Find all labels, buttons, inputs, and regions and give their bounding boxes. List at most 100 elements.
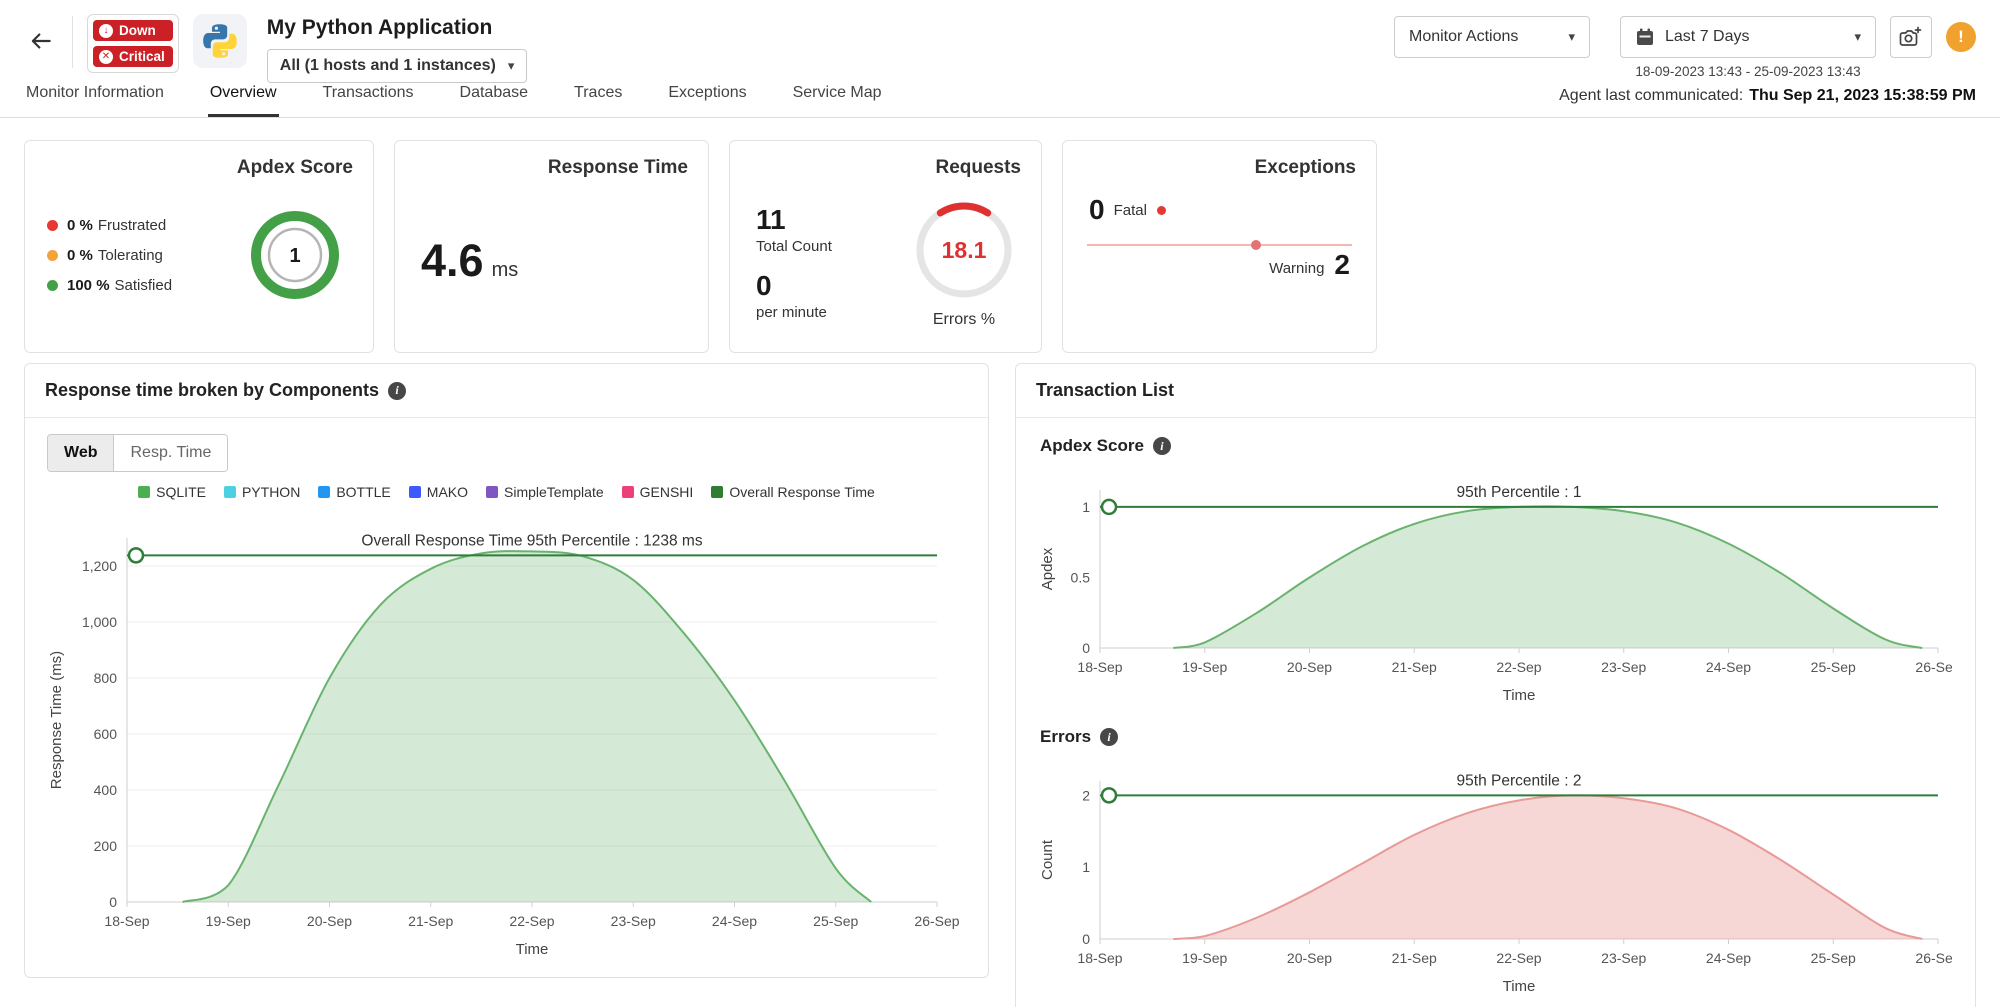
time-range-picker[interactable]: Last 7 Days ▾ (1620, 16, 1876, 58)
svg-text:19-Sep: 19-Sep (1182, 950, 1227, 966)
legend-swatch (138, 486, 150, 498)
warning-row: Warning 2 (1063, 250, 1376, 281)
status-box: ↓ Down ✕ Critical (87, 14, 179, 73)
back-arrow-icon (28, 28, 54, 54)
errors-pct-label: Errors % (933, 311, 995, 329)
transaction-panel-header: Transaction List (1016, 364, 1975, 418)
total-count-label: Total Count (756, 238, 832, 255)
per-minute-value: 0 (756, 271, 832, 302)
page-title: My Python Application (267, 16, 528, 40)
frustrated-value: 0 % (67, 217, 93, 234)
hosts-dropdown[interactable]: All (1 hosts and 1 instances) ▾ (267, 49, 528, 83)
svg-text:25-Sep: 25-Sep (1811, 950, 1856, 966)
tab-database[interactable]: Database (458, 84, 531, 117)
toggle-resp-time[interactable]: Resp. Time (113, 435, 227, 471)
calendar-icon (1635, 27, 1655, 47)
legend-swatch (486, 486, 498, 498)
svg-text:19-Sep: 19-Sep (206, 913, 251, 929)
toggle-web[interactable]: Web (48, 435, 113, 471)
legend-item: BOTTLE (318, 484, 390, 500)
svg-text:200: 200 (94, 838, 118, 854)
legend-item: SimpleTemplate (486, 484, 604, 500)
screenshot-button[interactable] (1890, 16, 1932, 58)
svg-text:26-Sep: 26-Sep (1915, 659, 1952, 675)
chart-mode-toggle: Web Resp. Time (47, 434, 228, 472)
svg-text:1,200: 1,200 (82, 558, 117, 574)
hosts-dropdown-value: All (1 hosts and 1 instances) (280, 57, 496, 75)
svg-text:23-Sep: 23-Sep (1601, 659, 1646, 675)
svg-text:95th Percentile : 1: 95th Percentile : 1 (1457, 484, 1582, 501)
response-time-value: 4.6 (421, 235, 484, 286)
svg-text:Response Time (ms): Response Time (ms) (48, 651, 65, 789)
tab-traces[interactable]: Traces (572, 84, 624, 117)
svg-text:25-Sep: 25-Sep (1811, 659, 1856, 675)
chevron-down-icon: ▾ (1568, 29, 1575, 45)
frustrated-dot (47, 220, 58, 231)
date-block: Last 7 Days ▾ 18-09-2023 13:43 - 25-09-2… (1620, 10, 1876, 79)
apdex-score-card: Apdex Score 0 % Frustrated 0 % Toleratin… (24, 140, 374, 353)
critical-status-icon: ✕ (99, 50, 113, 64)
apdex-section-title-row: Apdex Score i (1040, 436, 1957, 456)
fatal-value: 0 (1089, 195, 1105, 226)
svg-text:21-Sep: 21-Sep (408, 913, 453, 929)
tab-overview[interactable]: Overview (208, 84, 279, 117)
errors-section-title: Errors (1040, 727, 1091, 747)
svg-text:1: 1 (1082, 859, 1090, 875)
info-icon[interactable]: i (1153, 437, 1171, 455)
legend-swatch (409, 486, 421, 498)
camera-plus-icon (1899, 25, 1923, 49)
svg-text:22-Sep: 22-Sep (509, 913, 554, 929)
svg-text:Overall Response Time 95th Per: Overall Response Time 95th Percentile : … (361, 532, 702, 549)
alert-icon[interactable]: ! (1946, 22, 1976, 52)
legend-item: Overall Response Time (711, 484, 875, 500)
errors-gauge: 18.1 (905, 191, 1023, 309)
info-icon[interactable]: i (1100, 728, 1118, 746)
svg-text:21-Sep: 21-Sep (1392, 950, 1437, 966)
card-title: Response Time (548, 157, 688, 179)
components-chart-legend: SQLITE PYTHON BOTTLE MAKO SimpleTemplate… (43, 484, 970, 500)
svg-text:18-Sep: 18-Sep (1077, 950, 1122, 966)
tab-transactions[interactable]: Transactions (321, 84, 416, 117)
svg-text:18-Sep: 18-Sep (104, 913, 149, 929)
svg-text:18-Sep: 18-Sep (1077, 659, 1122, 675)
back-button[interactable] (24, 24, 58, 61)
warning-label: Warning (1269, 260, 1324, 277)
panels-row: Response time broken by Components i Web… (0, 353, 2000, 1007)
card-title: Requests (935, 157, 1021, 179)
transaction-errors-chart: 01218-Sep19-Sep20-Sep21-Sep22-Sep23-Sep2… (1034, 749, 1957, 1004)
requests-card: Requests 11 Total Count 0 per minute 18.… (729, 140, 1042, 353)
tab-monitor-information[interactable]: Monitor Information (24, 84, 166, 117)
svg-text:1: 1 (1082, 499, 1090, 515)
svg-text:24-Sep: 24-Sep (712, 913, 757, 929)
status-badge-label: Critical (119, 49, 165, 64)
apdex-score-value: 1 (289, 245, 300, 267)
svg-text:24-Sep: 24-Sep (1706, 659, 1751, 675)
legend-row-tolerating: 0 % Tolerating (47, 247, 172, 264)
svg-text:20-Sep: 20-Sep (1287, 950, 1332, 966)
info-icon[interactable]: i (388, 382, 406, 400)
svg-text:26-Sep: 26-Sep (1915, 950, 1952, 966)
monitor-actions-dropdown[interactable]: Monitor Actions ▾ (1394, 16, 1590, 58)
exceptions-card: Exceptions 0 Fatal Warning 2 (1062, 140, 1377, 353)
svg-text:24-Sep: 24-Sep (1706, 950, 1751, 966)
legend-swatch (318, 486, 330, 498)
svg-text:95th Percentile : 2: 95th Percentile : 2 (1457, 772, 1582, 789)
svg-text:800: 800 (94, 670, 118, 686)
components-panel-header: Response time broken by Components i (25, 364, 988, 418)
agent-last-communicated: Agent last communicated: Thu Sep 21, 2023… (1559, 87, 1976, 117)
tab-exceptions[interactable]: Exceptions (666, 84, 748, 117)
legend-item: SQLITE (138, 484, 206, 500)
legend-item: GENSHI (622, 484, 694, 500)
svg-text:20-Sep: 20-Sep (307, 913, 352, 929)
svg-text:0: 0 (1082, 640, 1090, 656)
agent-label: Agent last communicated: (1559, 87, 1743, 104)
legend-swatch (224, 486, 236, 498)
date-range-text: 18-09-2023 13:43 - 25-09-2023 13:43 (1620, 64, 1876, 79)
svg-text:23-Sep: 23-Sep (611, 913, 656, 929)
tab-service-map[interactable]: Service Map (791, 84, 884, 117)
components-panel-title: Response time broken by Components (45, 380, 379, 401)
apm-dashboard: ↓ Down ✕ Critical My Python Application … (0, 0, 2000, 1007)
agent-time: Thu Sep 21, 2023 15:38:59 PM (1749, 87, 1976, 104)
fatal-label: Fatal (1114, 202, 1147, 219)
down-status-icon: ↓ (99, 24, 113, 38)
